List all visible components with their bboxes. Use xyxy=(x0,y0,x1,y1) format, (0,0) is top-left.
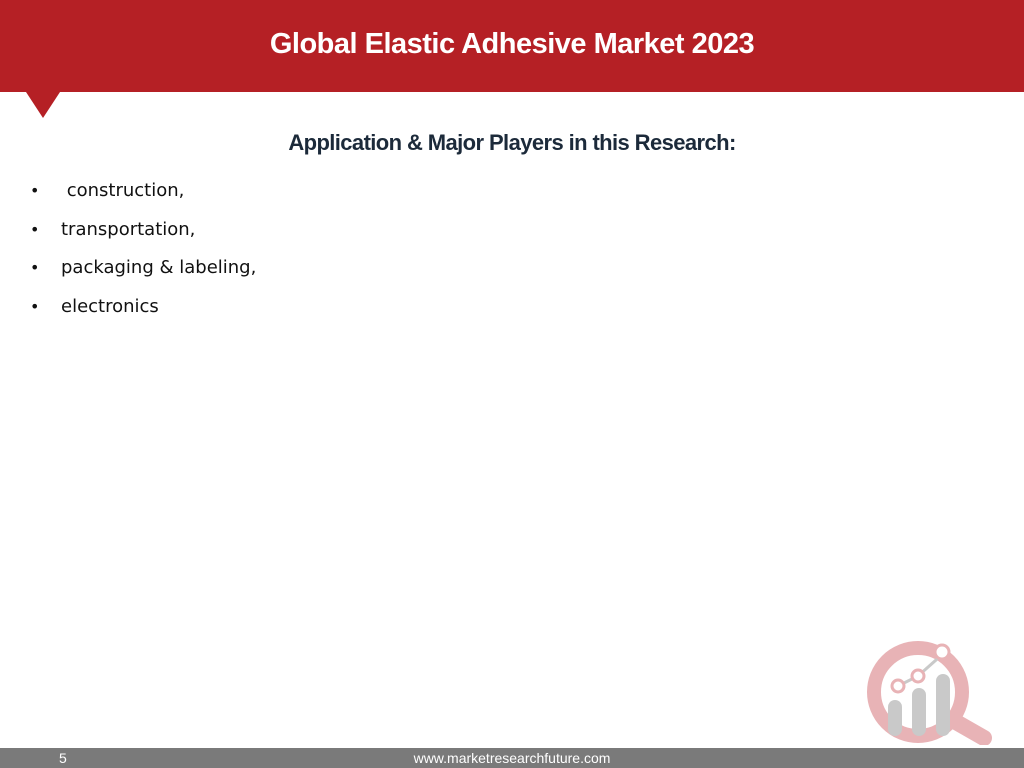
footer-bar: 5 www.marketresearchfuture.com xyxy=(0,748,1024,768)
list-item-label: transportation, xyxy=(61,218,196,240)
list-item: • construction, xyxy=(30,180,256,219)
list-item: • electronics xyxy=(30,296,256,335)
list-item-label: electronics xyxy=(61,295,159,317)
application-list: • construction, • transportation, • pack… xyxy=(30,180,256,334)
magnifier-handle xyxy=(948,714,992,745)
bullet-icon: • xyxy=(30,219,40,239)
list-item-label: construction, xyxy=(61,180,185,201)
logo-bar-1 xyxy=(888,700,902,736)
logo-node-1 xyxy=(890,678,906,694)
list-item: • packaging & labeling, xyxy=(30,257,256,296)
bullet-icon: • xyxy=(30,296,40,316)
section-heading-colon: : xyxy=(728,130,736,155)
logo-bar-2 xyxy=(912,688,926,736)
header-notch xyxy=(26,92,60,118)
bullet-icon: • xyxy=(30,258,40,277)
logo-node-2 xyxy=(910,668,926,684)
list-item-label: packaging & labeling, xyxy=(61,257,257,278)
magnifier-bar-chart-icon xyxy=(867,641,992,745)
footer-url[interactable]: www.marketresearchfuture.com xyxy=(0,749,1024,767)
section-heading: Application & Major Players in this Rese… xyxy=(0,130,1024,156)
bullet-icon: • xyxy=(30,181,40,200)
slide-title: Global Elastic Adhesive Market 2023 xyxy=(269,28,755,60)
section-heading-text: Application & Major Players in this Rese… xyxy=(288,130,729,155)
list-item: • transportation, xyxy=(30,219,256,258)
logo-node-3 xyxy=(933,643,951,661)
logo-bar-3 xyxy=(936,674,950,736)
